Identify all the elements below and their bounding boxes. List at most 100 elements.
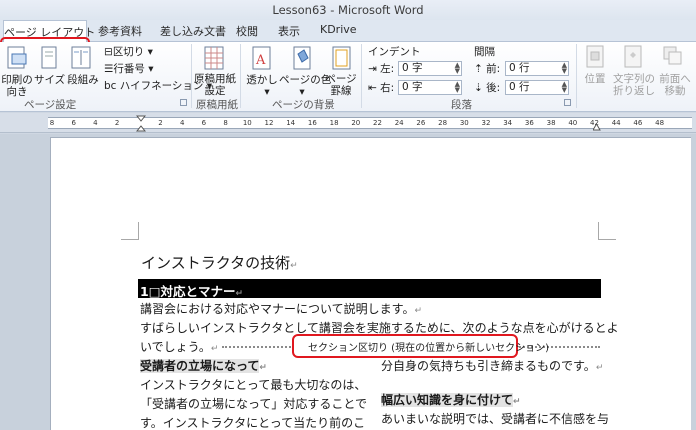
- group-manuscript-label: 原稿用紙: [196, 99, 238, 111]
- separator: [361, 44, 362, 108]
- indent-title: インデント: [368, 46, 421, 58]
- column-text[interactable]: あいまいな説明では、受講者に不信感を与: [381, 410, 609, 427]
- column-text[interactable]: 分自身の気持ちも引き締まるものです。↵: [381, 357, 603, 374]
- ribbon: 印刷の 向き サイズ 段組み ⊟区切り ▾ ☰行番号 ▾ bc ハイフネーション…: [0, 42, 696, 112]
- title-bar: Lesson63 - Microsoft Word: [0, 0, 696, 20]
- watermark-dropdown-icon[interactable]: ▾: [262, 86, 272, 98]
- horizontal-ruler[interactable]: 8 6 4 2 2 4 6 8 10 12 14 16 18 20 22 24 26 28 30 32 34 36 38 40…: [0, 113, 696, 133]
- watermark-button[interactable]: 透かし: [244, 74, 280, 86]
- watermark-icon: A: [252, 46, 271, 70]
- column-heading[interactable]: 幅広い知識を身に付けて↵: [381, 391, 521, 408]
- ruler-tick-label: 40: [568, 119, 578, 127]
- column-text[interactable]: 「受講者の立場になって」対応することで: [140, 395, 367, 412]
- orientation-button[interactable]: 印刷の 向き: [0, 74, 34, 98]
- ruler-tick-label: 34: [503, 119, 513, 127]
- size-icon: [41, 46, 57, 69]
- ruler-tick-label: 22: [373, 119, 382, 127]
- ruler-tick-label: 8: [49, 119, 55, 127]
- paragraph-intro[interactable]: 講習会における対応やマナーについて説明します。↵: [140, 300, 422, 317]
- ruler-tick-label: 48: [655, 119, 665, 127]
- page-setup-launcher[interactable]: [180, 99, 187, 106]
- ruler-tick-label: 32: [481, 119, 491, 127]
- ruler-tick-label: 2: [158, 119, 163, 127]
- right-indent-marker-icon[interactable]: [593, 123, 601, 131]
- indent-left-field[interactable]: 0 字 ▲ ▼: [398, 61, 462, 76]
- line-numbers-button[interactable]: ☰行番号 ▾: [104, 61, 154, 76]
- spacing-after-field[interactable]: 0 行 ▲ ▼: [505, 80, 569, 95]
- columns-button[interactable]: 段組み: [66, 74, 100, 86]
- separator: [240, 44, 241, 108]
- margin-corner-mark: [121, 222, 139, 240]
- ruler-tick-label: 12: [264, 119, 274, 127]
- svg-text:A: A: [255, 53, 266, 68]
- size-button[interactable]: サイズ: [34, 74, 65, 86]
- ruler-tick-label: 4: [179, 119, 185, 127]
- document-title[interactable]: インストラクタの技術↵: [141, 252, 298, 273]
- bring-forward-icon: [663, 46, 682, 65]
- window-title: Lesson63 - Microsoft Word: [272, 3, 424, 17]
- section-break-label[interactable]: セクション区切り (現在の位置から新しいセクション): [308, 339, 549, 354]
- ruler-tick-label: 46: [633, 119, 643, 127]
- ruler-tick-label: 10: [242, 119, 252, 127]
- separator: [576, 44, 577, 108]
- indent-right-icon: ⇤: [368, 82, 377, 94]
- tab-references[interactable]: 参考資料: [98, 23, 142, 39]
- breaks-button[interactable]: ⊟区切り ▾: [104, 44, 153, 59]
- spinner-icon[interactable]: ▲ ▼: [562, 62, 567, 75]
- column-text[interactable]: インストラクタにとって最も大切なのは、: [140, 376, 366, 393]
- ruler-tick-label: 6: [71, 119, 76, 127]
- spacing-after-icon: ⇣: [474, 82, 483, 94]
- page-color-button[interactable]: ページの色: [279, 74, 331, 86]
- orientation-icon: [7, 46, 27, 69]
- ruler-tick-label: 8: [223, 119, 228, 127]
- spacing-title: 間隔: [474, 46, 495, 58]
- spacing-before-label: ⇡ 前:: [474, 63, 501, 75]
- tab-review[interactable]: 校閲: [236, 23, 258, 39]
- paragraph-line[interactable]: いでしょう。↵: [140, 338, 218, 355]
- spinner-icon[interactable]: ▲ ▼: [455, 62, 460, 75]
- spinner-icon[interactable]: ▲ ▼: [562, 81, 567, 94]
- page-color-icon: [293, 46, 311, 70]
- indent-marker-icon[interactable]: [136, 115, 146, 133]
- ruler-tick-label: 4: [93, 119, 98, 127]
- tab-mailings[interactable]: 差し込み文書: [160, 23, 226, 39]
- position-button[interactable]: 位置: [580, 73, 610, 85]
- section-break-line: [222, 346, 294, 348]
- columns-icon: [71, 46, 91, 69]
- indent-left-label: ⇥ 左:: [368, 63, 395, 75]
- page-borders-button[interactable]: ページ 罫線: [324, 73, 358, 97]
- hyphenation-icon: bc: [104, 80, 117, 92]
- ruler-tick-label: 6: [201, 119, 207, 127]
- spacing-before-icon: ⇡: [474, 63, 483, 75]
- ruler-tick-label: 38: [546, 119, 556, 127]
- ruler-tick-label: 36: [524, 119, 534, 127]
- indent-right-field[interactable]: 0 字 ▲ ▼: [398, 80, 462, 95]
- column-heading[interactable]: 受講者の立場になって↵: [140, 357, 267, 374]
- wrap-text-icon: [624, 45, 642, 68]
- section-heading[interactable]: 1□対応とマナー↵: [140, 281, 243, 300]
- manuscript-button[interactable]: 原稿用紙 設定: [194, 73, 236, 97]
- spinner-icon[interactable]: ▲ ▼: [455, 81, 460, 94]
- tab-view[interactable]: 表示: [278, 23, 300, 39]
- breaks-icon: ⊟: [104, 46, 113, 58]
- tab-kdrive[interactable]: KDrive: [320, 23, 357, 36]
- spacing-after-label: ⇣ 後:: [474, 82, 501, 94]
- indent-right-label: ⇤ 右:: [368, 82, 395, 94]
- group-page-setup-label: ページ設定: [24, 99, 77, 111]
- manuscript-icon: [204, 46, 224, 70]
- group-page-background-label: ページの背景: [272, 99, 335, 111]
- column-text[interactable]: す。インストラクタにとって当たり前のこ: [140, 414, 365, 430]
- bring-forward-button[interactable]: 前面へ 移動: [656, 73, 694, 97]
- ruler-tick-label: 14: [286, 119, 296, 127]
- ruler-tick-label: 28: [438, 119, 448, 127]
- ruler-tick-label: 24: [394, 119, 404, 127]
- line-numbers-icon: ☰: [104, 63, 114, 75]
- ruler-tick-label: 20: [351, 119, 361, 127]
- group-paragraph-label: 段落: [451, 99, 472, 111]
- ruler-tick-label: 2: [114, 119, 120, 127]
- wrap-text-button[interactable]: 文字列の 折り返し: [612, 73, 656, 97]
- ruler-tick-label: 18: [329, 119, 339, 127]
- spacing-before-field[interactable]: 0 行 ▲ ▼: [505, 61, 569, 76]
- ruler-tick-label: 44: [611, 119, 621, 127]
- paragraph-launcher[interactable]: [564, 99, 571, 106]
